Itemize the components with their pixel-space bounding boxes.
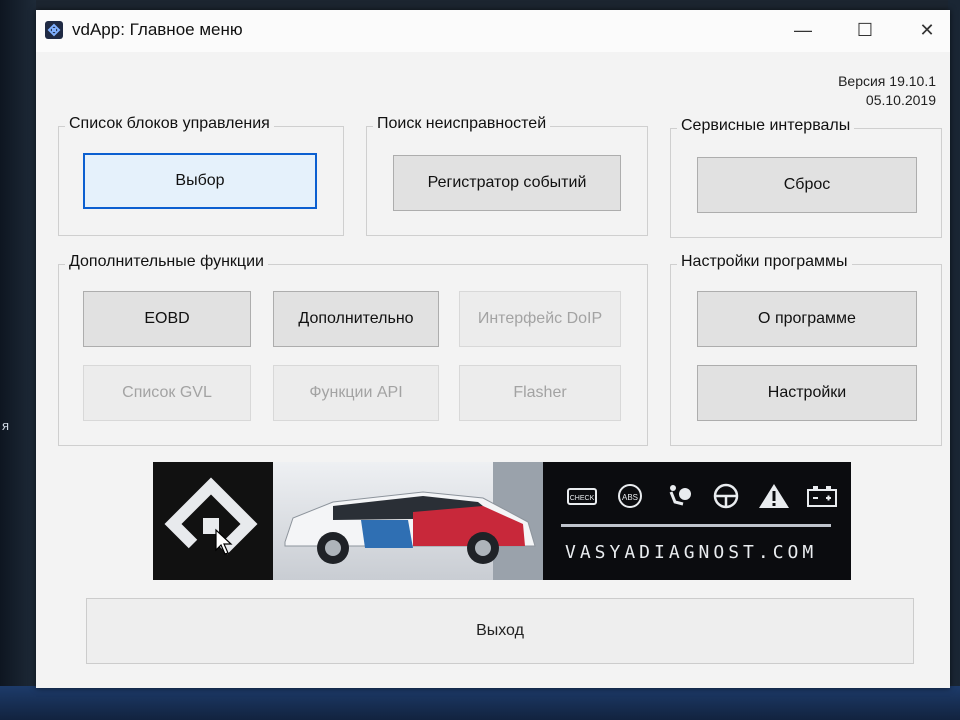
abs-label: ABS: [622, 493, 638, 502]
maximize-button[interactable]: ☐: [842, 14, 888, 46]
select-button[interactable]: Выбор: [83, 153, 317, 209]
banner-info-panel: CHECK ABS VASYADIAGNOST.COM: [543, 462, 851, 580]
main-window: vdApp: Главное меню — ☐ ✕ Версия 19.10.1…: [36, 10, 950, 688]
group-title-additional-functions: Дополнительные функции: [65, 253, 268, 271]
exit-button[interactable]: Выход: [86, 598, 914, 664]
check-engine-icon: CHECK: [567, 488, 597, 505]
group-service-intervals: Сервисные интервалы Сброс: [670, 117, 942, 238]
screen-bezel-left: [0, 0, 36, 720]
check-engine-label: CHECK: [570, 495, 595, 502]
mouse-cursor-icon: [215, 528, 233, 555]
warning-triangle-icon: [759, 484, 789, 508]
airbag-icon: [669, 485, 691, 506]
event-recorder-button[interactable]: Регистратор событий: [393, 155, 621, 211]
about-button[interactable]: О программе: [697, 291, 917, 347]
version-date: 05.10.2019: [865, 92, 936, 108]
main-content: Версия 19.10.1 05.10.2019 Список блоков …: [36, 52, 950, 688]
api-functions-button[interactable]: Функции API: [273, 365, 439, 421]
gvl-list-button[interactable]: Список GVL: [83, 365, 251, 421]
app-logo-icon: [45, 21, 63, 39]
group-title-troubleshooting: Поиск неисправностей: [373, 115, 551, 133]
window-title: vdApp: Главное меню: [72, 20, 243, 39]
group-control-units: Список блоков управления Выбор: [58, 115, 344, 236]
doip-interface-button[interactable]: Интерфейс DoIP: [459, 291, 621, 347]
steering-icon: [713, 483, 739, 509]
car-image: [273, 462, 543, 580]
abs-icon: ABS: [618, 484, 642, 508]
banner-divider: [561, 524, 831, 527]
reset-button[interactable]: Сброс: [697, 157, 917, 213]
version-label: Версия 19.10.1: [838, 73, 936, 89]
brand-logo-icon: [153, 462, 273, 580]
battery-icon: [807, 486, 837, 507]
taskbar: [0, 686, 960, 720]
extra-functions-button[interactable]: Дополнительно: [273, 291, 439, 347]
desktop-text: я: [2, 418, 10, 433]
group-title-service-intervals: Сервисные интервалы: [677, 117, 855, 135]
flasher-button[interactable]: Flasher: [459, 365, 621, 421]
group-troubleshooting: Поиск неисправностей Регистратор событий: [366, 115, 648, 236]
close-button[interactable]: ✕: [904, 14, 950, 46]
group-additional-functions: Дополнительные функции EOBD Дополнительн…: [58, 253, 648, 446]
group-title-program-settings: Настройки программы: [677, 253, 852, 271]
website-text: VASYADIAGNOST.COM: [565, 542, 818, 563]
settings-button[interactable]: Настройки: [697, 365, 917, 421]
eobd-button[interactable]: EOBD: [83, 291, 251, 347]
promo-banner: CHECK ABS VASYADIAGNOST.COM: [153, 462, 851, 580]
version-info: Версия 19.10.1 05.10.2019: [838, 72, 936, 110]
group-program-settings: Настройки программы О программе Настройк…: [670, 253, 942, 446]
group-title-control-units: Список блоков управления: [65, 115, 274, 133]
minimize-button[interactable]: —: [780, 14, 826, 46]
title-bar[interactable]: vdApp: Главное меню — ☐ ✕: [36, 10, 950, 52]
